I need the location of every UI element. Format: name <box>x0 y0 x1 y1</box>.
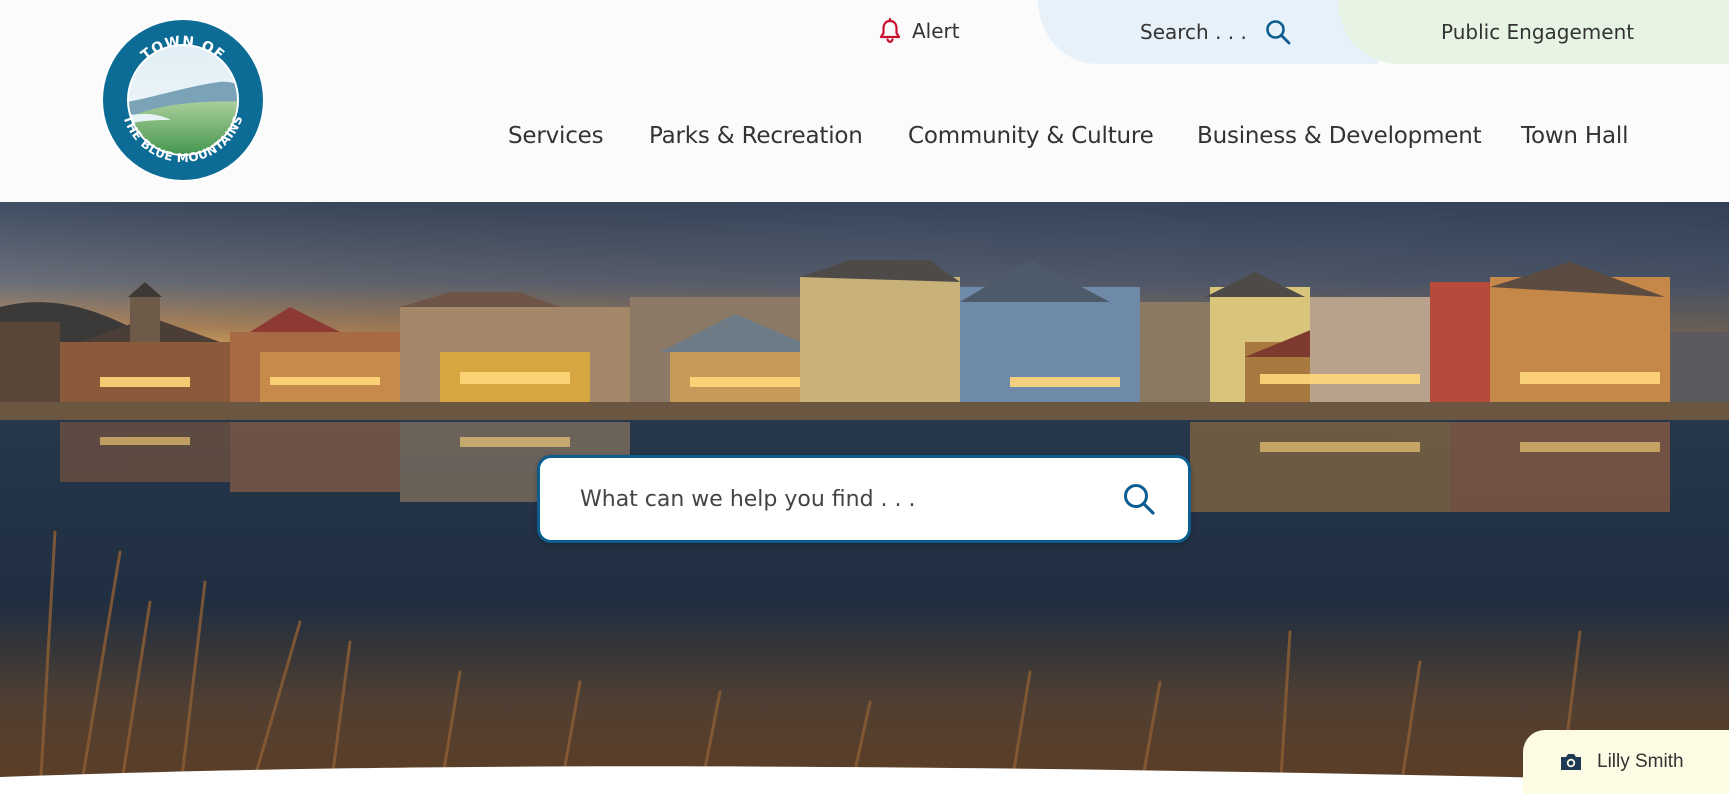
search-icon[interactable] <box>1122 482 1156 516</box>
public-engagement-label: Public Engagement <box>1441 20 1635 44</box>
public-engagement-link[interactable]: Public Engagement <box>1338 0 1729 64</box>
hero-search-box <box>537 455 1191 543</box>
bell-icon <box>879 18 901 43</box>
search-icon <box>1266 20 1291 45</box>
nav-parks-recreation[interactable]: Parks & Recreation <box>649 118 863 154</box>
nav-community-culture[interactable]: Community & Culture <box>908 118 1154 154</box>
hero-banner: Lilly Smith <box>0 202 1729 794</box>
header-search-label: Search . . . <box>1140 20 1247 44</box>
utility-bar: Alert Search . . . Public Engagement <box>0 0 1729 64</box>
nav-services[interactable]: Services <box>508 118 604 154</box>
site-header: TOWN OF THE BLUE MOUNTAINS Alert Search … <box>0 0 1729 202</box>
camera-icon <box>1561 754 1581 770</box>
photo-credit-name: Lilly Smith <box>1597 751 1684 772</box>
photo-credit: Lilly Smith <box>1523 730 1729 794</box>
nav-business-development[interactable]: Business & Development <box>1197 118 1482 154</box>
nav-town-hall[interactable]: Town Hall <box>1521 118 1628 154</box>
main-navigation: Services Parks & Recreation Community & … <box>0 118 1729 154</box>
alert-label: Alert <box>912 19 960 43</box>
hero-search-input[interactable] <box>580 486 1100 512</box>
header-search-toggle[interactable]: Search . . . <box>1038 0 1378 64</box>
alert-link[interactable]: Alert <box>878 16 960 46</box>
page: TOWN OF THE BLUE MOUNTAINS Alert Search … <box>0 0 1729 794</box>
